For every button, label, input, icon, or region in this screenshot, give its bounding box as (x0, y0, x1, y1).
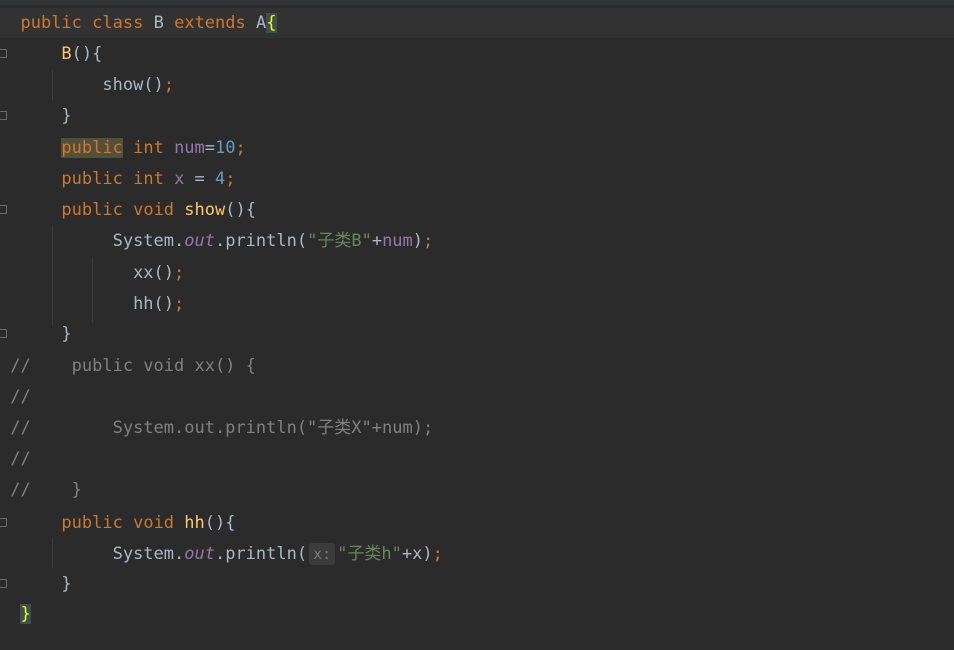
keyword: public (61, 513, 123, 533)
keyword: extends (174, 13, 246, 33)
fold-marker-icon[interactable] (0, 329, 7, 338)
code-line[interactable]: System.out.println("子类B"+num); (0, 226, 954, 256)
keyword: public (61, 200, 123, 220)
method-name: show (184, 200, 226, 220)
semicolon: ; (174, 294, 185, 314)
keyword: void (133, 513, 175, 533)
class-ref: System. (112, 544, 185, 564)
punctuation: ) (412, 231, 424, 251)
comment-line[interactable]: // public void xx() { (0, 351, 954, 381)
semicolon: ; (235, 138, 246, 158)
number-literal: 10 (215, 138, 236, 158)
static-field: out (184, 231, 215, 251)
field-ref: num (382, 231, 413, 251)
punctuation: (){ (71, 44, 103, 64)
fold-marker-icon[interactable] (0, 579, 7, 588)
number-literal: 4 (215, 169, 226, 189)
brace: } (61, 324, 72, 344)
code-line[interactable]: B(){ (0, 39, 954, 69)
semicolon: ; (163, 75, 175, 95)
operator: = (204, 138, 216, 158)
operator: = (184, 169, 216, 189)
code-line[interactable]: } (0, 599, 954, 629)
comment-line[interactable]: // System.out.println("子类X"+num); (0, 413, 954, 443)
method-name: hh (184, 513, 205, 533)
brace: } (61, 574, 72, 594)
code-line[interactable]: hh(); (0, 289, 954, 319)
editor-top-strip (0, 0, 954, 5)
punctuation: () (153, 263, 175, 283)
parameter-hint: x: (309, 543, 336, 565)
code-line[interactable]: } (0, 101, 954, 131)
comment-text: // System.out.println("子类X"+num); (10, 418, 434, 438)
code-line[interactable]: public class B extends A{ (0, 8, 954, 38)
method-call: .println( (214, 231, 308, 251)
string-literal: "子类h" (337, 544, 402, 564)
code-line[interactable]: public int x = 4; (0, 164, 954, 194)
field-name: x (174, 169, 185, 189)
punctuation: ) (422, 544, 433, 564)
method-call: hh (133, 294, 154, 314)
code-line[interactable]: public void show(){ (0, 195, 954, 225)
semicolon: ; (174, 263, 185, 283)
method-call: .println( (214, 544, 308, 564)
semicolon: ; (432, 544, 443, 564)
method-call: xx (133, 263, 154, 283)
brace: } (61, 106, 72, 126)
punctuation: (){ (225, 200, 256, 220)
comment-line[interactable]: // } (0, 475, 954, 505)
comment-line[interactable]: // (0, 444, 954, 474)
fold-marker-icon[interactable] (0, 111, 7, 120)
code-line[interactable]: } (0, 319, 954, 349)
field-name: num (174, 138, 205, 158)
matched-brace: { (266, 13, 277, 33)
code-line[interactable]: System.out.println(x: "子类h"+x); (0, 539, 954, 569)
semicolon: ; (225, 169, 236, 189)
keyword: class (92, 13, 144, 33)
punctuation: () (153, 294, 175, 314)
comment-text: // (10, 387, 31, 407)
code-line[interactable]: public void hh(){ (0, 508, 954, 538)
keyword: int (133, 138, 164, 158)
method-call: show (102, 75, 144, 95)
matched-brace: } (20, 604, 31, 624)
comment-text: // } (10, 480, 82, 500)
semicolon: ; (423, 231, 434, 251)
keyword: public (61, 138, 123, 158)
class-name: B (153, 13, 164, 33)
code-line[interactable]: } (0, 569, 954, 599)
code-line[interactable]: show(); (0, 70, 954, 100)
comment-line[interactable]: // (0, 382, 954, 412)
fold-marker-icon[interactable] (0, 49, 7, 58)
comment-text: // public void xx() { (10, 356, 256, 376)
static-field: out (184, 544, 215, 564)
string-literal: "子类B" (307, 231, 372, 251)
keyword: int (133, 169, 164, 189)
code-line[interactable]: public int num=10; (0, 133, 954, 163)
fold-marker-icon[interactable] (0, 205, 7, 214)
code-line[interactable]: xx(); (0, 258, 954, 288)
operator: + (401, 544, 413, 564)
keyword: public (20, 13, 82, 33)
fold-marker-icon[interactable] (0, 518, 7, 527)
code-editor[interactable]: public class B extends A{ B(){ show(); }… (0, 0, 954, 650)
constructor-name: B (61, 44, 72, 64)
class-ref: System. (112, 231, 185, 251)
parent-class: A (256, 13, 267, 33)
argument: x (412, 544, 423, 564)
punctuation: (){ (204, 513, 236, 533)
punctuation: () (143, 75, 164, 95)
keyword: void (133, 200, 175, 220)
keyword: public (61, 169, 123, 189)
comment-text: // (10, 449, 31, 469)
operator: + (371, 231, 383, 251)
